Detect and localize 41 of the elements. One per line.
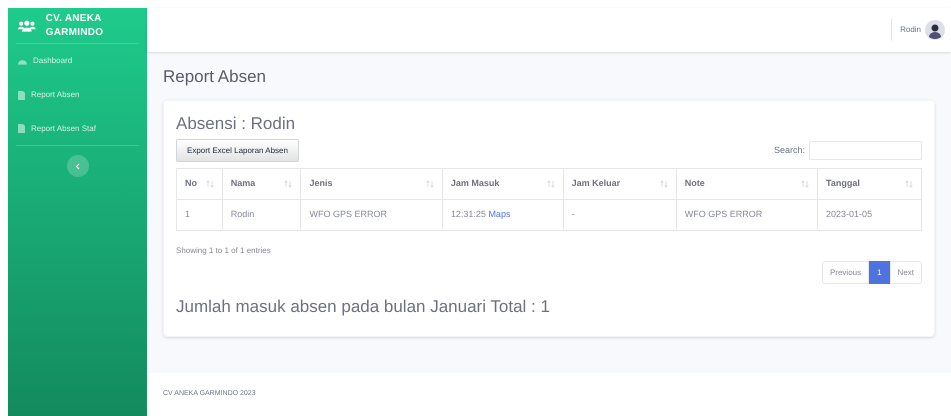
sort-icon (284, 180, 292, 188)
table-cell: 2023-01-05 (818, 200, 922, 230)
card-title: Absensi : Rodin (176, 113, 296, 135)
brand-name: CV. ANEKA GARMINDO (46, 12, 104, 40)
sort-icon (905, 180, 913, 188)
search-label: Search: (774, 144, 805, 157)
sort-icon (426, 180, 434, 188)
column-header[interactable]: Jam Masuk (442, 168, 564, 200)
export-button[interactable]: Export Excel Laporan Absen (176, 139, 299, 162)
column-header[interactable]: Nama (222, 168, 301, 200)
column-header[interactable]: Jenis (300, 168, 442, 200)
table-cell: Rodin (222, 200, 301, 230)
page-button[interactable]: Previous (822, 261, 870, 284)
search-field[interactable] (809, 141, 922, 160)
maps-link[interactable]: Maps (488, 209, 510, 220)
gauge-icon (18, 57, 27, 65)
table-cell: WFO GPS ERROR (300, 200, 442, 230)
page-button[interactable]: 1 (869, 261, 890, 284)
chevron-left-icon (75, 162, 80, 170)
table-cell: 1 (176, 200, 222, 230)
table-cell: - (563, 200, 676, 230)
file-icon (18, 124, 25, 133)
column-header[interactable]: Tanggal (818, 168, 922, 200)
users-icon (18, 18, 36, 32)
sort-icon (206, 180, 214, 188)
summary-text: Jumlah masuk absen pada bulan Januari Total : 1 (176, 296, 551, 318)
column-header[interactable]: No (176, 168, 222, 200)
column-header[interactable]: Note (676, 168, 818, 200)
user-name[interactable]: Rodin (900, 24, 921, 36)
avatar-icon[interactable] (925, 20, 945, 40)
file-icon (18, 90, 25, 100)
collapse-button[interactable] (66, 155, 88, 177)
table-info: Showing 1 to 1 of 1 entries (176, 245, 272, 257)
page-title: Report Absen (163, 66, 268, 88)
sort-icon (660, 180, 668, 188)
table-cell: 12:31:25 Maps (442, 200, 564, 230)
table-cell: WFO GPS ERROR (676, 200, 818, 230)
sort-icon (801, 180, 810, 188)
sort-icon (546, 180, 555, 188)
column-header[interactable]: Jam Keluar (563, 168, 676, 200)
page-button[interactable]: Next (890, 261, 922, 284)
